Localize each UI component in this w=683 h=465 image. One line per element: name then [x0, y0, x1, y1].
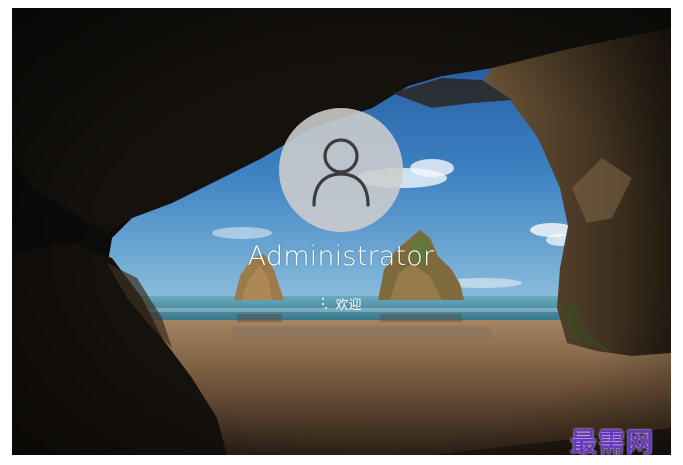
user-silhouette-icon: [312, 138, 370, 207]
status-text: 欢迎: [335, 297, 362, 313]
loading-dots-icon: [320, 296, 330, 310]
user-avatar[interactable]: [279, 108, 403, 232]
welcome-status: 欢迎: [291, 293, 391, 313]
user-name: Administrator: [247, 241, 435, 272]
watermark-logo: 最需网: [570, 428, 654, 455]
login-screen: Administrator 欢迎 最需网: [12, 8, 671, 455]
